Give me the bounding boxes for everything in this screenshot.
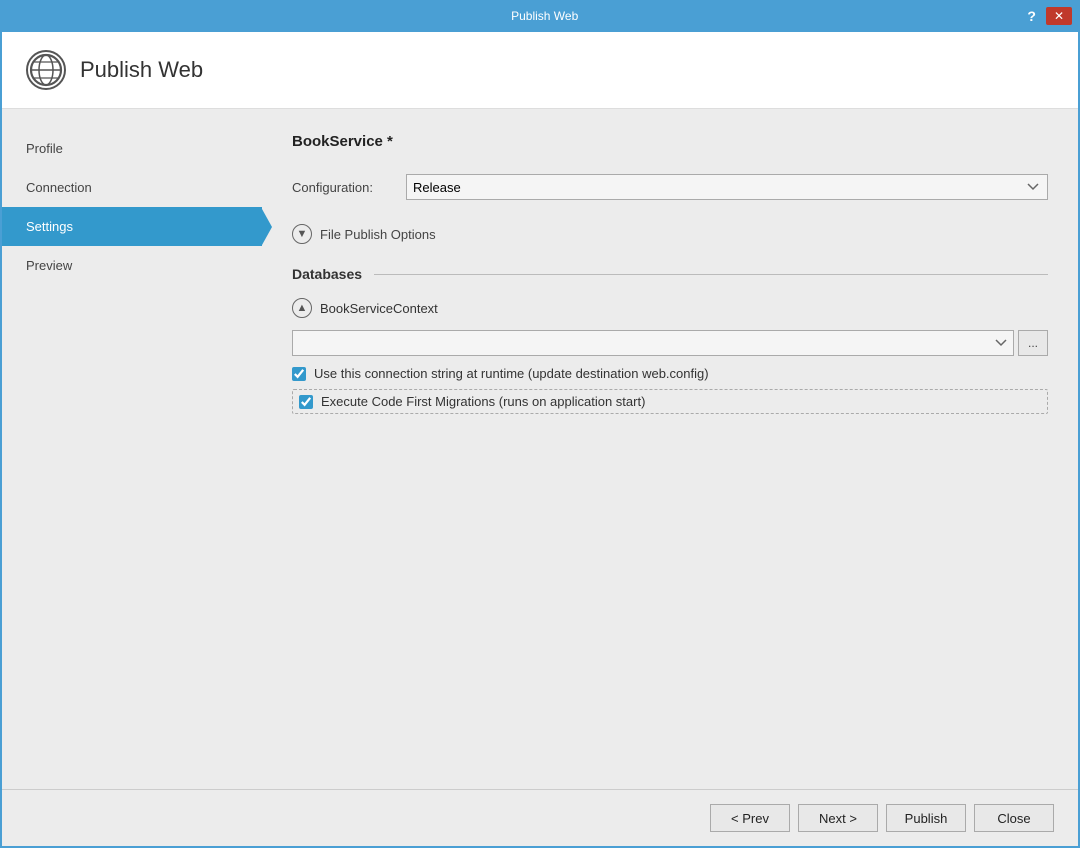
dialog-header: Publish Web: [2, 32, 1078, 109]
file-publish-expand-icon: ▼: [292, 224, 312, 244]
help-button[interactable]: ?: [1021, 6, 1042, 26]
configuration-select[interactable]: Release Debug: [406, 174, 1048, 200]
databases-header: Databases: [292, 266, 1048, 282]
title-bar-controls: ? ✕: [1021, 6, 1072, 26]
close-dialog-button[interactable]: Close: [974, 804, 1054, 832]
configuration-label: Configuration:: [292, 180, 392, 195]
section-title: BookService *: [292, 133, 1048, 150]
sidebar-item-settings[interactable]: Settings: [2, 207, 262, 246]
use-connection-string-checkbox[interactable]: [292, 367, 306, 381]
use-connection-string-row: Use this connection string at runtime (u…: [292, 366, 1048, 381]
databases-label: Databases: [292, 266, 362, 282]
close-button[interactable]: ✕: [1046, 7, 1072, 25]
dialog: Publish Web Profile Connection Settings …: [2, 32, 1078, 846]
sidebar: Profile Connection Settings Preview: [2, 109, 262, 789]
code-first-migrations-checkbox[interactable]: [299, 395, 313, 409]
db-context-expand-icon[interactable]: ▲: [292, 298, 312, 318]
sidebar-item-preview[interactable]: Preview: [2, 246, 262, 285]
title-bar: Publish Web ? ✕: [0, 0, 1080, 32]
databases-section: Databases ▲ BookServiceContext ...: [292, 266, 1048, 422]
databases-divider: [374, 274, 1048, 275]
dialog-body: Profile Connection Settings Preview Book…: [2, 109, 1078, 789]
dialog-wrapper: Publish Web ? ✕ Publish Web: [0, 0, 1080, 848]
file-publish-label: File Publish Options: [320, 227, 436, 242]
db-context-row: ▲ BookServiceContext: [292, 298, 1048, 318]
connection-row: ...: [292, 330, 1048, 356]
code-first-migrations-label: Execute Code First Migrations (runs on a…: [321, 394, 645, 409]
configuration-row: Configuration: Release Debug: [292, 174, 1048, 200]
connection-select[interactable]: [292, 330, 1014, 356]
title-bar-text: Publish Web: [68, 9, 1021, 23]
publish-button[interactable]: Publish: [886, 804, 966, 832]
code-first-migrations-row: Execute Code First Migrations (runs on a…: [292, 389, 1048, 414]
header-title: Publish Web: [80, 57, 203, 83]
dialog-footer: < Prev Next > Publish Close: [2, 789, 1078, 846]
db-context-label: BookServiceContext: [320, 301, 438, 316]
use-connection-string-label: Use this connection string at runtime (u…: [314, 366, 709, 381]
globe-icon: [26, 50, 66, 90]
next-button[interactable]: Next >: [798, 804, 878, 832]
browse-button[interactable]: ...: [1018, 330, 1048, 356]
prev-button[interactable]: < Prev: [710, 804, 790, 832]
sidebar-item-connection[interactable]: Connection: [2, 168, 262, 207]
content-area: BookService * Configuration: Release Deb…: [262, 109, 1078, 789]
sidebar-item-profile[interactable]: Profile: [2, 129, 262, 168]
file-publish-options-row[interactable]: ▼ File Publish Options: [292, 224, 1048, 244]
